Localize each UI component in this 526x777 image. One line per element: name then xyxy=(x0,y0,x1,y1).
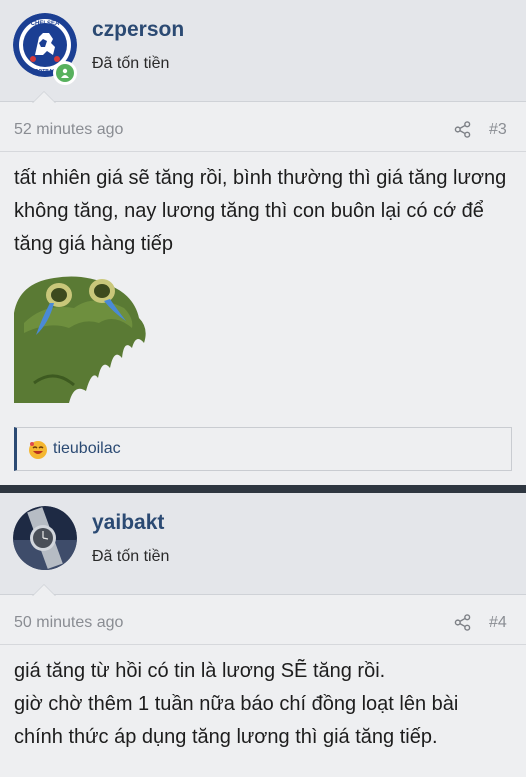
post-user-header: yaibakt Đã tốn tiền xyxy=(0,493,526,596)
post-meta: 52 minutes ago #3 xyxy=(0,102,526,152)
username-link[interactable]: czperson xyxy=(92,18,184,42)
watch-photo-icon xyxy=(13,506,77,570)
reaction-bar[interactable]: tieuboilac xyxy=(14,427,512,471)
share-icon[interactable] xyxy=(454,614,471,631)
post-number-link[interactable]: #3 xyxy=(489,121,507,139)
post-time[interactable]: 52 minutes ago xyxy=(14,121,123,139)
post-3: CHELSEA FOOTBALL czperson Đã tốn tiền 52… xyxy=(0,0,526,493)
online-status-icon xyxy=(53,61,77,85)
post-time[interactable]: 50 minutes ago xyxy=(14,614,123,632)
content-line: giá tăng từ hồi có tin là lương SẼ tăng … xyxy=(14,660,386,682)
user-title: Đã tốn tiền xyxy=(92,548,170,565)
svg-text:CHELSEA: CHELSEA xyxy=(31,21,60,27)
post-4: yaibakt Đã tốn tiền 50 minutes ago #4 gi… xyxy=(0,493,526,754)
content-line: giờ chờ thêm 1 tuần nữa báo chí đồng loạ… xyxy=(14,693,459,748)
post-user-header: CHELSEA FOOTBALL czperson Đã tốn tiền xyxy=(0,0,526,103)
share-icon[interactable] xyxy=(454,121,471,138)
post-content: tất nhiên giá sẽ tăng rồi, bình thường t… xyxy=(14,167,507,255)
user-avatar[interactable] xyxy=(13,506,77,570)
post-divider xyxy=(0,485,526,493)
username-link[interactable]: yaibakt xyxy=(92,511,164,535)
post-number-link[interactable]: #4 xyxy=(489,614,507,632)
user-title: Đã tốn tiền xyxy=(92,55,170,72)
reaction-username[interactable]: tieuboilac xyxy=(53,440,121,458)
post-content: giá tăng từ hồi có tin là lương SẼ tăng … xyxy=(0,645,526,754)
post-meta: 50 minutes ago #4 xyxy=(0,595,526,645)
crying-frog-sticker-image xyxy=(14,273,149,403)
laughing-emoji-icon xyxy=(29,441,47,459)
person-icon xyxy=(61,68,69,78)
